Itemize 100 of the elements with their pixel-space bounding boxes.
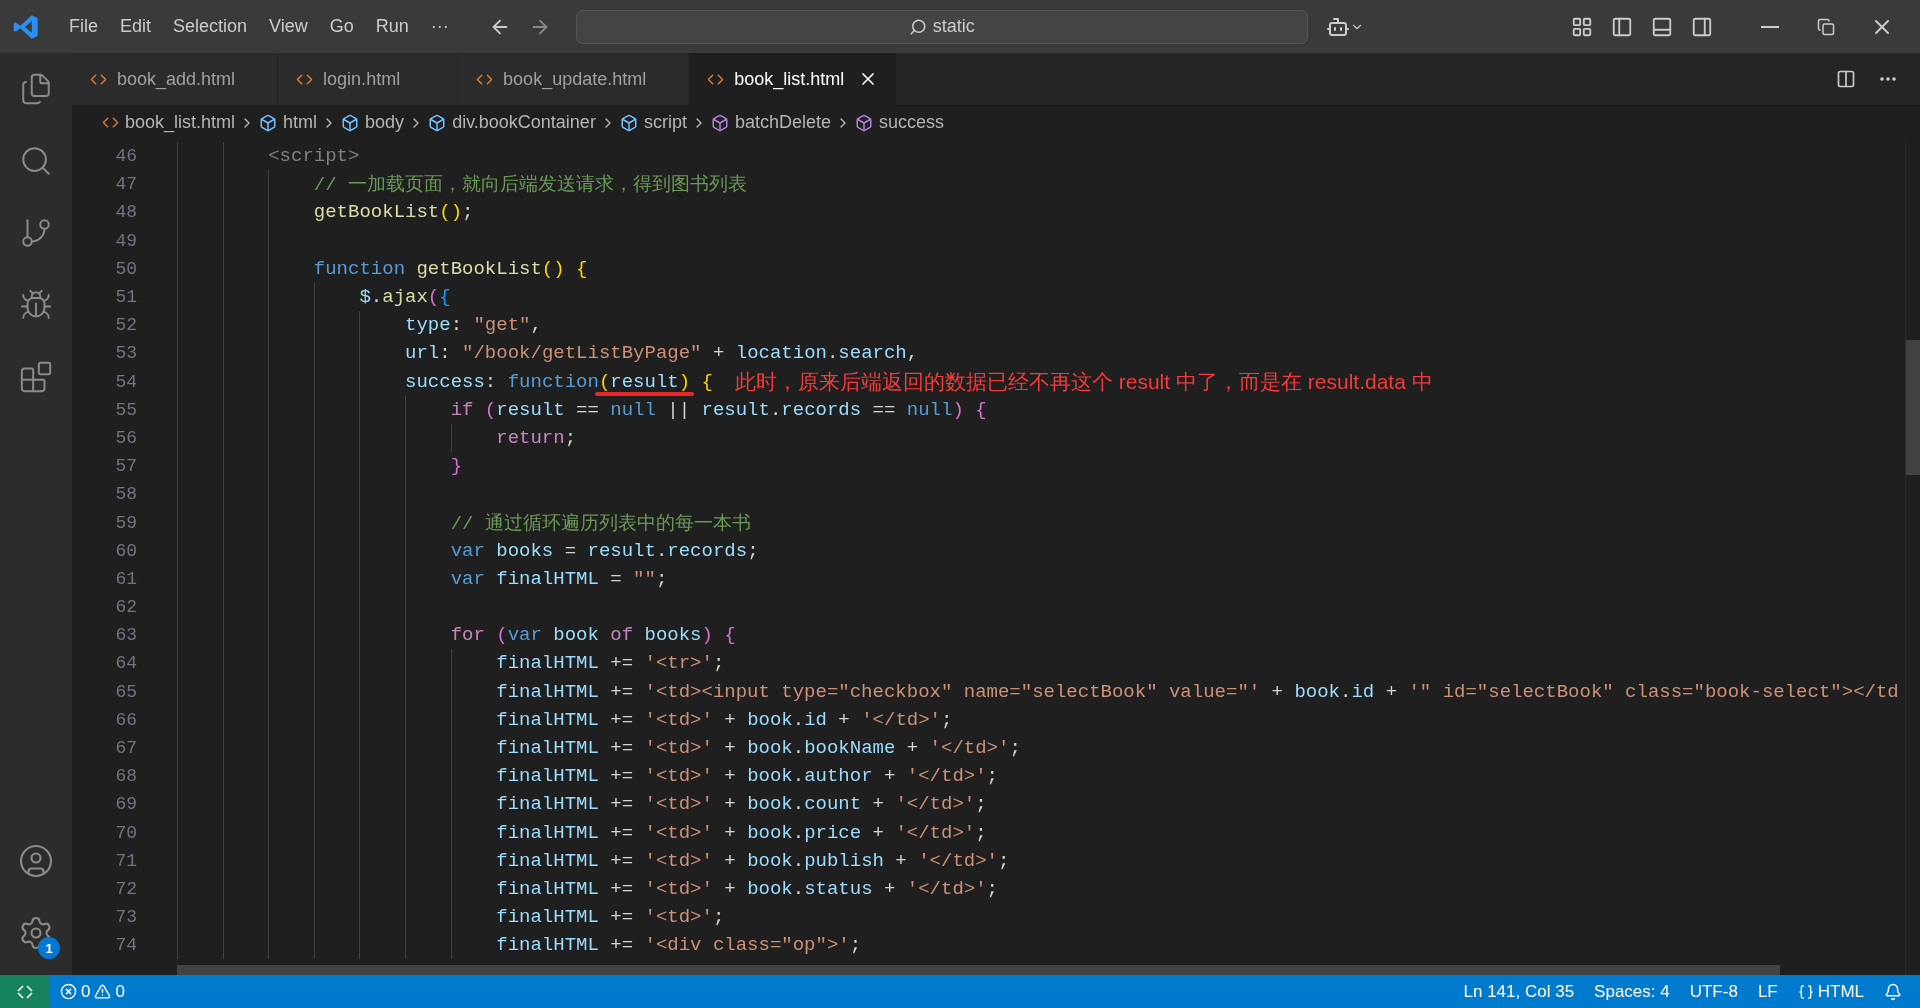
line-number: 60 [114,540,138,561]
code-line: finalHTML += '<td>' + book.bookName + '</td>'; [496,737,1021,760]
line-number: 48 [114,202,138,223]
breadcrumb-item[interactable]: book_list.html [102,112,236,133]
cube-icon [428,113,447,132]
line-number: 64 [114,653,138,674]
code-line: var finalHTML = ""; [450,567,668,590]
line-ending-setting[interactable]: LF [1747,981,1788,1002]
line-number: 65 [114,681,138,702]
menu-item[interactable]: Run [364,10,420,43]
editor-tab[interactable]: book_update.html [458,53,690,105]
line-number: 55 [114,399,138,420]
line-number: 52 [114,315,138,336]
code-line: success: function(result) { [405,370,713,393]
bug-icon [19,288,53,322]
more-menu[interactable]: ··· [419,10,460,43]
code-line: finalHTML += '<td>' + book.author + '</td>'; [496,765,998,788]
line-number: 54 [114,371,138,392]
restore-icon [1817,17,1835,36]
split-icon [1836,69,1856,89]
code-line: // 一加载页面，就向后端发送请求，得到图书列表 [313,173,748,198]
files-icon [19,72,53,106]
code-line: type: "get", [405,314,542,337]
code-line: for (var book of books) { [450,624,736,647]
breadcrumb-item[interactable]: html [259,112,318,133]
breadcrumb-item[interactable]: div.bookContainer [428,112,596,133]
breadcrumb-item[interactable]: body [341,112,405,133]
breadcrumb-item[interactable]: script [619,112,687,133]
line-number: 58 [114,484,138,505]
code-line: finalHTML += '<td>' + book.id + '</td>'; [496,708,953,731]
code-line: <script> [268,145,360,168]
line-number: 53 [114,343,138,364]
breadcrumb-item[interactable]: success [855,112,944,133]
warning-icon [94,983,112,1000]
vertical-scrollbar[interactable] [1905,140,1920,975]
breadcrumb-item[interactable]: batchDelete [710,112,831,133]
code-line: if (result == null || result.records == null) { [450,398,987,421]
cube-icon [341,113,360,132]
line-number: 59 [114,512,138,533]
panel-bottom-icon [1651,15,1673,38]
blocks-icon [19,360,53,394]
editor-tab[interactable]: book_add.html [72,53,279,105]
line-number: 63 [114,625,138,646]
layout-icon [1571,15,1593,38]
line-number: 69 [114,794,138,815]
code-line: finalHTML += '<div class="op">'; [496,934,862,957]
code-line: finalHTML += '<td><input type="checkbox" name="selectBook" value="' + book.id + '" id="selectBook" class="book-select"></td [496,680,1899,703]
code-line: finalHTML += '<td>' + book.count + '</td>'; [496,793,987,816]
line-number: 67 [114,738,138,759]
encoding-setting[interactable]: UTF-8 [1679,981,1748,1002]
account-icon [18,843,54,879]
braces-icon [1797,983,1814,1000]
error-icon [60,983,77,1000]
code-line: url: "/book/getListByPage" + location.search, [405,342,919,365]
horizontal-scrollbar[interactable] [177,965,1780,975]
problems-indicator[interactable]: 0 0 [50,981,135,1002]
menu-item[interactable]: File [58,10,109,43]
remote-button[interactable] [0,975,50,1008]
code-line: finalHTML += '<tr>'; [496,652,725,675]
menu-item[interactable]: Go [318,10,365,43]
line-number: 50 [114,258,138,279]
annotation-text: 此时，原来后端返回的数据已经不再这个 result 中了，而是在 result.data 中 [734,368,1433,395]
line-number: 70 [114,822,138,843]
cube-icon [259,113,278,132]
code-line: var books = result.records; [450,539,759,562]
menu-item[interactable]: View [258,10,319,43]
editor-tab[interactable]: login.html [278,53,459,105]
search-field[interactable]: static [575,9,1308,44]
line-number: 51 [114,287,138,308]
language-label: HTML [1817,981,1864,1002]
panel-right-icon [1691,15,1713,38]
line-number: 47 [114,174,138,195]
indentation-setting[interactable]: Spaces: 4 [1584,981,1680,1002]
line-number: 72 [114,878,138,899]
code-line: function getBookList() { [313,257,588,280]
warning-count: 0 [115,981,125,1002]
code-line: } [450,455,463,478]
cursor-position[interactable]: Ln 141, Col 35 [1453,981,1585,1002]
language-mode[interactable]: HTML [1787,981,1874,1002]
bell-icon [1884,982,1902,1001]
activity-button[interactable]: 1 [6,903,66,963]
line-number: 73 [114,907,138,928]
line-number: 49 [114,230,138,251]
line-number: 56 [114,427,138,448]
ellipsis-icon [1880,77,1896,81]
cube-icon [710,113,729,132]
menu-item[interactable]: Selection [162,10,259,43]
editor-tab[interactable]: book_list.html [689,53,898,105]
code-line: finalHTML += '<td>' + book.price + '</td>'; [496,821,987,844]
line-number: 74 [114,935,138,956]
settings-icon [18,915,54,951]
error-count: 0 [81,981,91,1002]
cube-icon [619,113,638,132]
line-number: 66 [114,709,138,730]
code-line: return; [496,426,577,449]
menu-item[interactable]: Edit [109,10,163,43]
line-number: 46 [114,146,138,167]
line-number: 68 [114,766,138,787]
scrollbar-thumb[interactable] [1906,340,1920,475]
code-line: finalHTML += '<td>' + book.publish + '</td>'; [496,849,1010,872]
